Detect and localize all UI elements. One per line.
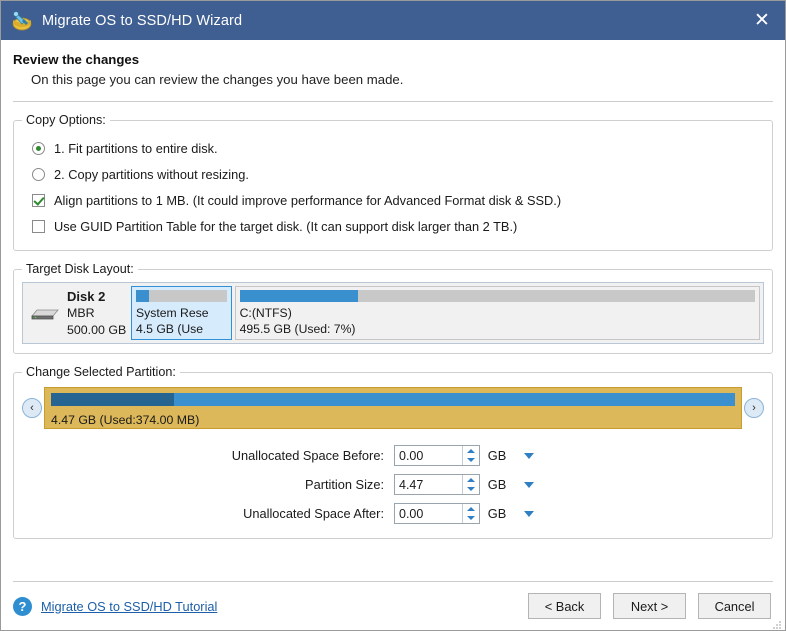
disk-layout-box: Disk 2 MBR 500.00 GB System Rese 4.5 GB … bbox=[22, 282, 764, 344]
partition-name: C:(NTFS) bbox=[239, 306, 292, 320]
partition-usage-bar bbox=[136, 290, 227, 302]
field-label: Unallocated Space After: bbox=[243, 506, 384, 521]
stepper-down-icon[interactable] bbox=[463, 485, 479, 495]
disk-scheme: MBR bbox=[67, 306, 95, 321]
copy-options-legend: Copy Options: bbox=[26, 113, 106, 127]
partition-size-stepper[interactable] bbox=[394, 474, 480, 495]
page-subtitle: On this page you can review the changes … bbox=[31, 72, 404, 87]
back-button[interactable]: < Back bbox=[528, 593, 601, 619]
disk-meta: Disk 2 MBR 500.00 GB bbox=[67, 288, 126, 338]
partition-strip: System Rese 4.5 GB (Use C:(NTFS) 495.5 G… bbox=[131, 286, 760, 340]
stepper-up-icon[interactable] bbox=[463, 504, 479, 514]
target-disk-legend: Target Disk Layout: bbox=[26, 262, 134, 276]
page-header: Review the changes On this page you can … bbox=[1, 40, 785, 87]
partition-detail: 4.5 GB (Use bbox=[136, 322, 204, 337]
radio-fit-partitions-icon[interactable] bbox=[32, 141, 45, 155]
checkbox-align-partitions-icon[interactable] bbox=[32, 193, 45, 207]
unallocated-before-input[interactable] bbox=[395, 446, 462, 465]
field-unallocated-after: Unallocated Space After: GB bbox=[22, 499, 764, 528]
change-partition-inner: ‹ 4.47 GB (Used:374.00 MB) › Unallocated… bbox=[14, 379, 772, 538]
copy-options-inner: 1. Fit partitions to entire disk. 2. Cop… bbox=[14, 127, 772, 250]
stepper-buttons[interactable] bbox=[462, 504, 479, 523]
change-partition-group: Change Selected Partition: ‹ 4.47 GB (Us… bbox=[13, 365, 773, 539]
window-title: Migrate OS to SSD/HD Wizard bbox=[42, 12, 243, 29]
unallocated-before-stepper[interactable] bbox=[394, 445, 480, 466]
help-icon[interactable]: ? bbox=[13, 596, 32, 616]
unallocated-after-stepper[interactable] bbox=[394, 503, 480, 524]
partition-c-ntfs[interactable]: C:(NTFS) 495.5 GB (Used: 7%) bbox=[234, 286, 760, 340]
stepper-down-icon[interactable] bbox=[463, 456, 479, 466]
unit-label: GB bbox=[487, 506, 507, 521]
footer-buttons: < Back Next > Cancel bbox=[528, 593, 771, 619]
cancel-button[interactable]: Cancel bbox=[698, 593, 771, 619]
option-copy-without-resizing[interactable]: 2. Copy partitions without resizing. bbox=[24, 161, 762, 187]
unit-dropdown-caret-icon[interactable] bbox=[524, 452, 534, 459]
option-label: 2. Copy partitions without resizing. bbox=[54, 166, 249, 182]
page-body: Copy Options: 1. Fit partitions to entir… bbox=[1, 102, 785, 581]
unit-dropdown-caret-icon[interactable] bbox=[524, 481, 534, 488]
unit-label: GB bbox=[487, 448, 507, 463]
unit-dropdown-caret-icon[interactable] bbox=[524, 510, 534, 517]
title-bar: Migrate OS to SSD/HD Wizard ✕ bbox=[1, 1, 785, 40]
disk-capacity: 500.00 GB bbox=[67, 322, 127, 337]
option-align-partitions[interactable]: Align partitions to 1 MB. (It could impr… bbox=[24, 187, 762, 213]
partition-slider: ‹ 4.47 GB (Used:374.00 MB) › bbox=[22, 385, 764, 431]
partition-system-reserved[interactable]: System Rese 4.5 GB (Use bbox=[131, 286, 232, 340]
disk-info: Disk 2 MBR 500.00 GB bbox=[26, 286, 131, 340]
partition-slider-caption: 4.47 GB (Used:374.00 MB) bbox=[51, 413, 200, 427]
partition-size-input[interactable] bbox=[395, 475, 462, 494]
partition-detail: 495.5 GB (Used: 7%) bbox=[239, 322, 356, 337]
partition-slider-bar bbox=[51, 393, 735, 406]
target-disk-group: Target Disk Layout: Disk 2 MBR 500.00 GB… bbox=[13, 262, 773, 354]
option-label: Align partitions to 1 MB. (It could impr… bbox=[54, 192, 562, 208]
page-title: Review the changes bbox=[13, 52, 140, 67]
partition-slider-track[interactable]: 4.47 GB (Used:374.00 MB) bbox=[44, 387, 742, 429]
wizard-window: Migrate OS to SSD/HD Wizard ✕ Review the… bbox=[0, 0, 786, 631]
size-fields: Unallocated Space Before: GB Partit bbox=[22, 441, 764, 528]
option-label: Use GUID Partition Table for the target … bbox=[54, 218, 518, 234]
tutorial-link[interactable]: Migrate OS to SSD/HD Tutorial bbox=[41, 599, 217, 614]
next-button[interactable]: Next > bbox=[613, 593, 686, 619]
radio-copy-without-resizing-icon[interactable] bbox=[32, 167, 45, 181]
hard-drive-icon bbox=[30, 305, 60, 322]
stepper-up-icon[interactable] bbox=[463, 475, 479, 485]
footer-bar: ? Migrate OS to SSD/HD Tutorial < Back N… bbox=[1, 582, 785, 630]
chevron-left-icon[interactable]: ‹ bbox=[22, 398, 42, 418]
close-icon[interactable]: ✕ bbox=[739, 1, 785, 40]
stepper-buttons[interactable] bbox=[462, 475, 479, 494]
partition-name: System Rese bbox=[136, 306, 209, 320]
field-label: Partition Size: bbox=[305, 477, 384, 492]
resize-grip-icon[interactable] bbox=[771, 617, 782, 629]
field-label: Unallocated Space Before: bbox=[231, 448, 384, 463]
migrate-disk-icon bbox=[11, 10, 33, 32]
option-label: 1. Fit partitions to entire disk. bbox=[54, 140, 218, 156]
stepper-up-icon[interactable] bbox=[463, 446, 479, 456]
checkbox-use-gpt-icon[interactable] bbox=[32, 219, 45, 233]
stepper-buttons[interactable] bbox=[462, 446, 479, 465]
disk-name: Disk 2 bbox=[67, 288, 106, 304]
field-unallocated-before: Unallocated Space Before: GB bbox=[22, 441, 764, 470]
option-use-gpt[interactable]: Use GUID Partition Table for the target … bbox=[24, 213, 762, 239]
target-disk-inner: Disk 2 MBR 500.00 GB System Rese 4.5 GB … bbox=[14, 276, 772, 353]
copy-options-group: Copy Options: 1. Fit partitions to entir… bbox=[13, 113, 773, 251]
field-partition-size: Partition Size: GB bbox=[22, 470, 764, 499]
unit-label: GB bbox=[487, 477, 507, 492]
change-partition-legend: Change Selected Partition: bbox=[26, 365, 176, 379]
partition-usage-bar bbox=[239, 290, 755, 302]
unallocated-after-input[interactable] bbox=[395, 504, 462, 523]
stepper-down-icon[interactable] bbox=[463, 514, 479, 524]
option-fit-partitions[interactable]: 1. Fit partitions to entire disk. bbox=[24, 135, 762, 161]
chevron-right-icon[interactable]: › bbox=[744, 398, 764, 418]
